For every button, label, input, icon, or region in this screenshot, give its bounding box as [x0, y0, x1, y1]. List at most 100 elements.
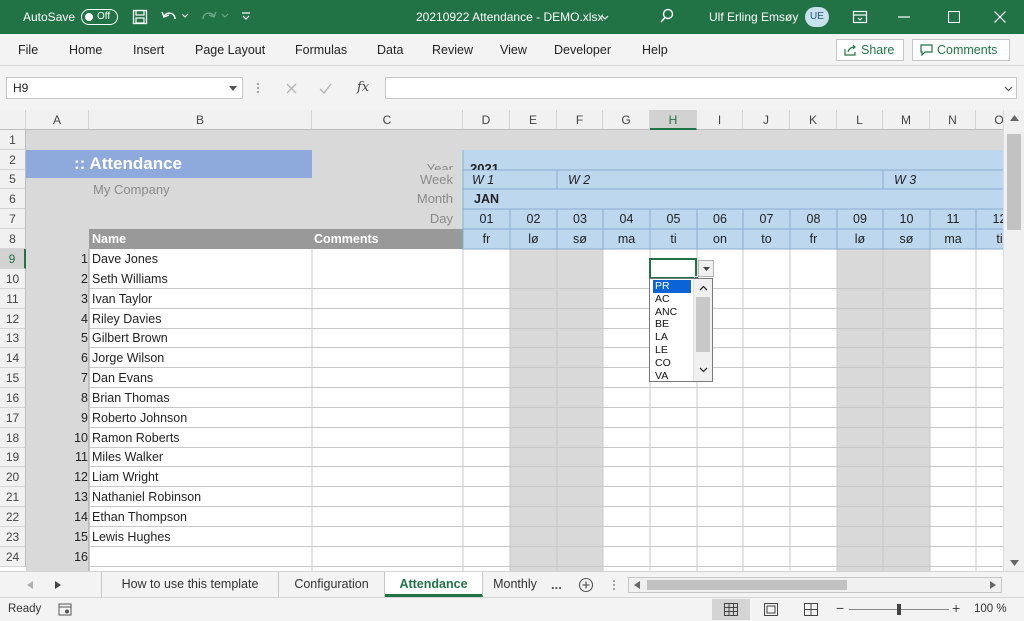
close-icon[interactable]: [994, 11, 1006, 23]
column-header-a[interactable]: A: [26, 110, 89, 130]
selected-cell[interactable]: [649, 258, 697, 279]
row-header-8[interactable]: 8: [0, 229, 26, 249]
employee-name[interactable]: Seth Williams: [92, 269, 310, 289]
dropdown-option-anc[interactable]: ANC: [653, 306, 691, 319]
sheet-tab-configuration[interactable]: Configuration: [279, 572, 385, 597]
employee-name[interactable]: Gilbert Brown: [92, 329, 310, 348]
enter-icon[interactable]: [319, 83, 332, 94]
menu-help[interactable]: Help: [642, 43, 668, 57]
menu-insert[interactable]: Insert: [133, 43, 164, 57]
row-header-19[interactable]: 19: [0, 448, 26, 467]
employee-name[interactable]: Dave Jones: [92, 249, 310, 269]
ribbon-display-options-icon[interactable]: [852, 10, 868, 24]
horizontal-scroll-thumb[interactable]: [647, 580, 847, 590]
employee-name[interactable]: Ramon Roberts: [92, 428, 310, 448]
employee-name[interactable]: Jorge Wilson: [92, 348, 310, 368]
row-header-12[interactable]: 12: [0, 309, 26, 329]
dropdown-scroll-thumb[interactable]: [696, 297, 710, 352]
employee-name[interactable]: Roberto Johnson: [92, 408, 310, 428]
column-header-l[interactable]: L: [837, 110, 883, 130]
column-header-m[interactable]: M: [883, 110, 930, 130]
row-header-13[interactable]: 13: [0, 329, 26, 348]
macro-record-icon[interactable]: [58, 603, 72, 616]
employee-name[interactable]: Dan Evans: [92, 368, 310, 388]
column-header-o[interactable]: O: [976, 110, 1003, 130]
comments-button[interactable]: Comments: [912, 39, 1010, 61]
save-icon[interactable]: [132, 9, 148, 25]
row-header-14[interactable]: 14: [0, 348, 26, 368]
maximize-icon[interactable]: [948, 11, 960, 23]
menu-review[interactable]: Review: [432, 43, 473, 57]
page-break-view-icon[interactable]: [804, 603, 818, 616]
chevron-down-icon[interactable]: [181, 13, 189, 19]
sheet-tab-monthly[interactable]: Monthly: [483, 572, 547, 597]
vertical-scroll-thumb[interactable]: [1007, 134, 1021, 230]
tab-split-handle-icon[interactable]: [612, 579, 616, 591]
fx-icon[interactable]: fx: [357, 80, 369, 95]
cancel-icon[interactable]: [286, 83, 297, 94]
column-header-h[interactable]: H: [650, 110, 697, 130]
scroll-up-icon[interactable]: [1010, 115, 1019, 121]
name-box[interactable]: H9: [6, 77, 243, 99]
zoom-slider-thumb[interactable]: [897, 604, 901, 615]
redo-icon[interactable]: [200, 9, 218, 25]
employee-name[interactable]: Lewis Hughes: [92, 527, 310, 547]
resize-handle-icon[interactable]: [256, 82, 260, 94]
year-value[interactable]: 2021: [470, 150, 570, 170]
row-header-5[interactable]: 5: [0, 170, 26, 189]
row-header-23[interactable]: 23: [0, 527, 26, 547]
column-header-i[interactable]: I: [697, 110, 743, 130]
column-header-k[interactable]: K: [790, 110, 837, 130]
dropdown-option-pr[interactable]: PR: [653, 280, 691, 293]
normal-view-button[interactable]: [712, 599, 750, 620]
horizontal-scrollbar[interactable]: [628, 577, 1002, 593]
chevron-up-icon[interactable]: [699, 285, 708, 291]
employee-name[interactable]: Ethan Thompson: [92, 507, 310, 527]
row-header-9[interactable]: 9: [0, 249, 26, 269]
column-header-c[interactable]: C: [312, 110, 463, 130]
search-icon[interactable]: [659, 8, 675, 24]
row-header-24[interactable]: 24: [0, 547, 26, 567]
employee-name[interactable]: Nathaniel Robinson: [92, 487, 310, 507]
more-sheets-button[interactable]: ...: [551, 577, 562, 592]
dropdown-option-ac[interactable]: AC: [653, 293, 691, 306]
column-header-g[interactable]: G: [603, 110, 650, 130]
menu-home[interactable]: Home: [69, 43, 102, 57]
menu-formulas[interactable]: Formulas: [295, 43, 347, 57]
row-header-20[interactable]: 20: [0, 467, 26, 487]
column-header-e[interactable]: E: [510, 110, 557, 130]
menu-page-layout[interactable]: Page Layout: [195, 43, 265, 57]
customize-toolbar-icon[interactable]: [241, 11, 251, 21]
add-sheet-icon[interactable]: [578, 577, 594, 593]
employee-name[interactable]: [92, 547, 310, 567]
share-button[interactable]: Share: [836, 39, 904, 61]
zoom-level[interactable]: 100 %: [974, 603, 1007, 615]
menu-file[interactable]: File: [18, 43, 38, 57]
formula-input[interactable]: [385, 77, 1017, 99]
page-layout-view-icon[interactable]: [764, 603, 778, 616]
dropdown-option-la[interactable]: LA: [653, 331, 691, 344]
column-header-b[interactable]: B: [89, 110, 312, 130]
employee-name[interactable]: Liam Wright: [92, 467, 310, 487]
row-header-1[interactable]: 1: [0, 130, 26, 150]
scroll-right-icon[interactable]: [990, 581, 996, 589]
row-header-21[interactable]: 21: [0, 487, 26, 507]
row-header-6[interactable]: 6: [0, 189, 26, 209]
sheet-tab-attendance[interactable]: Attendance: [385, 572, 483, 597]
minimize-icon[interactable]: [898, 16, 910, 18]
chevron-down-icon[interactable]: [1004, 86, 1013, 92]
chevron-down-icon[interactable]: [229, 86, 237, 91]
menu-view[interactable]: View: [500, 43, 527, 57]
row-header-22[interactable]: 22: [0, 507, 26, 527]
row-header-17[interactable]: 17: [0, 408, 26, 428]
dropdown-option-co[interactable]: CO: [653, 357, 691, 370]
row-header-16[interactable]: 16: [0, 388, 26, 408]
employee-name[interactable]: Ivan Taylor: [92, 289, 310, 309]
avatar[interactable]: UE: [805, 7, 829, 27]
autosave-toggle[interactable]: Off: [81, 9, 118, 25]
column-header-j[interactable]: J: [743, 110, 790, 130]
chevron-down-icon[interactable]: [699, 367, 708, 373]
dropdown-option-le[interactable]: LE: [653, 344, 691, 357]
employee-name[interactable]: Miles Walker: [92, 448, 310, 467]
row-header-10[interactable]: 10: [0, 269, 26, 289]
